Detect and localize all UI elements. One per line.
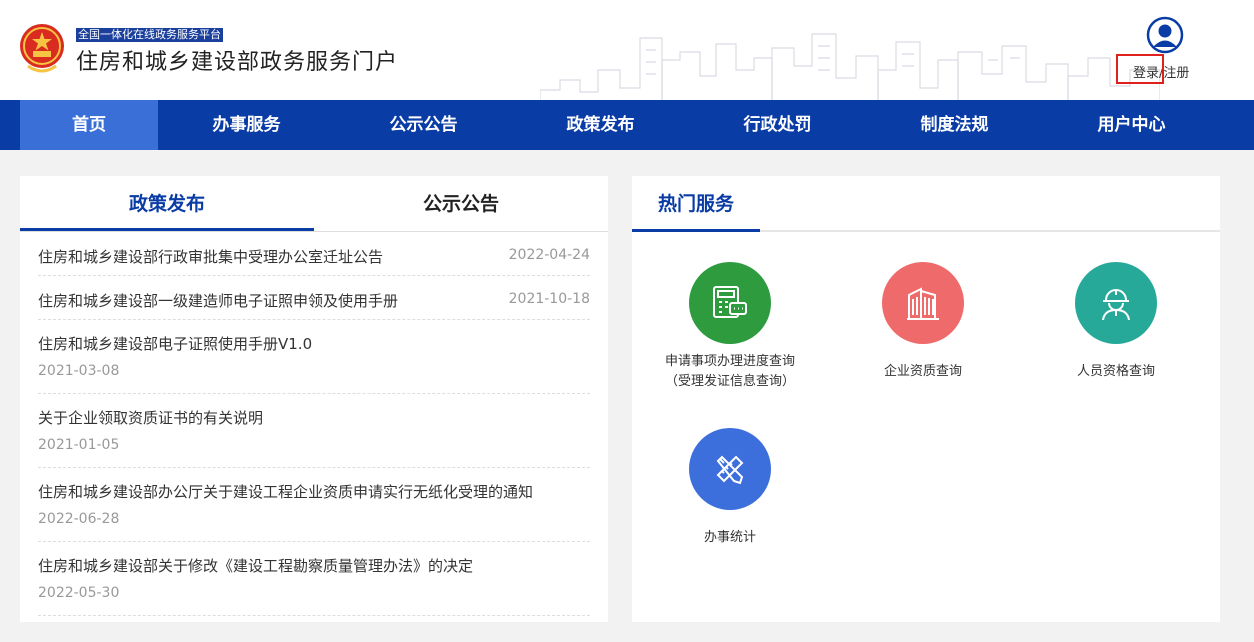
- worker-helmet-icon[interactable]: [1075, 262, 1157, 344]
- service-label: 办事统计: [632, 528, 828, 548]
- service-label-line1: 申请事项办理进度查询: [664, 354, 795, 369]
- city-skyline-decoration: [540, 33, 1160, 100]
- service-label: 企业资质查询: [825, 362, 1021, 382]
- site-header: 全国一体化在线政务服务平台 住房和城乡建设部政务服务门户 登录/注册: [0, 0, 1254, 100]
- main-nav: 首页 办事服务 公示公告 政策发布 行政处罚 制度法规 用户中心: [0, 100, 1254, 150]
- service-statistics[interactable]: 办事统计: [632, 428, 828, 548]
- register-link[interactable]: 注册: [1163, 66, 1189, 81]
- hot-services-header: 热门服务: [632, 176, 1220, 232]
- service-progress-query[interactable]: 申请事项办理进度查询 （受理发证信息查询）: [632, 262, 828, 392]
- news-item[interactable]: 关于企业领取资质证书的有关说明 2021-01-05: [38, 394, 590, 468]
- news-item[interactable]: 住房和城乡建设部一级建造师电子证照申领及使用手册 2021-10-18: [38, 276, 590, 320]
- tab-policies[interactable]: 政策发布: [20, 176, 314, 231]
- hot-services-title[interactable]: 热门服务: [632, 176, 760, 232]
- news-item[interactable]: 住房和城乡建设部电子证照使用手册V1.0 2021-03-08: [38, 320, 590, 394]
- service-label-line1: 企业资质查询: [883, 364, 962, 379]
- nav-penalties[interactable]: 行政处罚: [689, 100, 866, 150]
- service-personnel-qualification[interactable]: 人员资格查询: [1018, 262, 1214, 382]
- news-item[interactable]: 住房和城乡建设部行政审批集中受理办公室迁址公告 2022-04-24: [38, 232, 590, 276]
- site-title[interactable]: 住房和城乡建设部政务服务门户: [76, 44, 398, 76]
- service-label-line1: 人员资格查询: [1076, 364, 1155, 379]
- news-title[interactable]: 住房和城乡建设部办公厅关于建设工程企业资质申请实行无纸化受理的通知: [38, 481, 533, 502]
- nav-home[interactable]: 首页: [20, 100, 158, 150]
- calculator-chat-icon[interactable]: [689, 262, 771, 344]
- user-avatar-icon[interactable]: [1146, 16, 1184, 54]
- tab-announcements[interactable]: 公示公告: [314, 176, 608, 231]
- news-title[interactable]: 关于企业领取资质证书的有关说明: [38, 407, 263, 428]
- nav-policies[interactable]: 政策发布: [512, 100, 689, 150]
- news-list: 住房和城乡建设部行政审批集中受理办公室迁址公告 2022-04-24 住房和城乡…: [20, 232, 608, 616]
- service-label-line1: 办事统计: [703, 530, 756, 545]
- building-icon[interactable]: [882, 262, 964, 344]
- service-label-line2: （受理发证信息查询）: [664, 374, 795, 389]
- nav-regulations[interactable]: 制度法规: [866, 100, 1043, 150]
- news-date: 2022-05-30: [38, 585, 120, 601]
- news-panel: 政策发布 公示公告 住房和城乡建设部行政审批集中受理办公室迁址公告 2022-0…: [20, 176, 608, 622]
- news-title[interactable]: 住房和城乡建设部一级建造师电子证照申领及使用手册: [38, 290, 398, 311]
- news-title[interactable]: 住房和城乡建设部行政审批集中受理办公室迁址公告: [38, 246, 383, 267]
- news-title[interactable]: 住房和城乡建设部电子证照使用手册V1.0: [38, 333, 312, 354]
- news-item[interactable]: 住房和城乡建设部办公厅关于建设工程企业资质申请实行无纸化受理的通知 2022-0…: [38, 468, 590, 542]
- news-date: 2021-10-18: [508, 291, 590, 307]
- news-date: 2021-01-05: [38, 437, 120, 453]
- news-item[interactable]: 住房和城乡建设部关于修改《建设工程勘察质量管理办法》的决定 2022-05-30: [38, 542, 590, 616]
- news-date: 2022-06-28: [38, 511, 120, 527]
- nav-user-center[interactable]: 用户中心: [1043, 100, 1220, 150]
- service-label: 申请事项办理进度查询 （受理发证信息查询）: [632, 352, 828, 392]
- login-highlight-box: [1116, 54, 1164, 84]
- news-date: 2022-04-24: [508, 247, 590, 263]
- nav-services[interactable]: 办事服务: [158, 100, 335, 150]
- ruler-pencil-icon[interactable]: [689, 428, 771, 510]
- news-tabs: 政策发布 公示公告: [20, 176, 608, 232]
- news-title[interactable]: 住房和城乡建设部关于修改《建设工程勘察质量管理办法》的决定: [38, 555, 473, 576]
- service-company-qualification[interactable]: 企业资质查询: [825, 262, 1021, 382]
- hot-services-panel: 热门服务 申请事项办理进度查询 （受理发证信息查询） 企业资质查询 人员资格查询…: [632, 176, 1220, 622]
- national-emblem-logo: [20, 24, 64, 73]
- service-label: 人员资格查询: [1018, 362, 1214, 382]
- platform-tag: 全国一体化在线政务服务平台: [76, 28, 223, 42]
- nav-announcements[interactable]: 公示公告: [335, 100, 512, 150]
- news-date: 2021-03-08: [38, 363, 120, 379]
